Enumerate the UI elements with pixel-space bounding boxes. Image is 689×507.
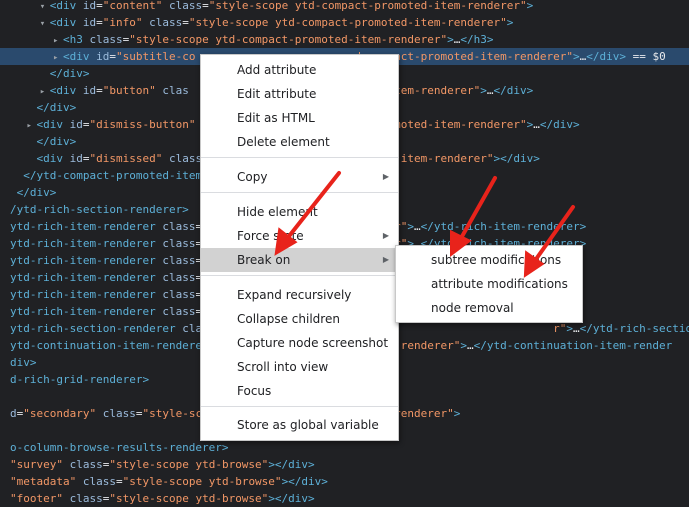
menu-item-label: Expand recursively [237, 288, 352, 302]
submenu-item-label: attribute modifications [431, 277, 568, 291]
menu-item-label: Add attribute [237, 63, 317, 77]
menu-item-delete-element[interactable]: Delete element [201, 130, 398, 154]
dom-tree-line[interactable]: "footer" class="style-scope ytd-browse">… [0, 490, 689, 507]
expand-triangle-icon[interactable]: ▸ [53, 33, 63, 48]
menu-item-break-on[interactable]: Break on ▶ [201, 248, 398, 272]
expand-triangle-icon[interactable]: ▸ [40, 84, 50, 99]
menu-separator [201, 192, 398, 193]
menu-item-label: Force state [237, 229, 304, 243]
dom-tree-line[interactable]: ▾ <div id="info" class="style-scope ytd-c… [0, 14, 689, 31]
menu-item-add-attribute[interactable]: Add attribute [201, 58, 398, 82]
menu-item-edit-attribute[interactable]: Edit attribute [201, 82, 398, 106]
submenu-item-attribute-modifications[interactable]: attribute modifications [396, 272, 582, 296]
dom-tree-line[interactable]: "survey" class="style-scope ytd-browse">… [0, 456, 689, 473]
submenu-item-subtree-modifications[interactable]: subtree modifications [396, 248, 582, 272]
break-on-submenu: subtree modifications attribute modifica… [395, 245, 583, 323]
menu-item-collapse-children[interactable]: Collapse children [201, 307, 398, 331]
dom-tree-line[interactable]: o-column-browse-results-renderer> [0, 439, 689, 456]
dom-tree-line[interactable]: ▾ <div id="content" class="style-scope yt… [0, 0, 689, 14]
submenu-arrow-icon: ▶ [382, 231, 389, 240]
expand-triangle-icon[interactable]: ▾ [40, 16, 50, 31]
menu-item-label: Copy [237, 170, 268, 184]
menu-item-label: Break on [237, 253, 291, 267]
submenu-arrow-icon: ▶ [382, 172, 389, 181]
menu-item-label: Edit attribute [237, 87, 317, 101]
menu-item-label: Delete element [237, 135, 330, 149]
menu-separator [201, 157, 398, 158]
menu-item-label: Capture node screenshot [237, 336, 389, 350]
menu-item-scroll-into-view[interactable]: Scroll into view [201, 355, 398, 379]
dom-tree-line[interactable]: ▸ <h3 class="style-scope ytd-compact-prom… [0, 31, 689, 48]
submenu-item-node-removal[interactable]: node removal [396, 296, 582, 320]
expand-triangle-icon[interactable]: ▾ [40, 0, 50, 14]
menu-item-label: Collapse children [237, 312, 340, 326]
menu-item-focus[interactable]: Focus [201, 379, 398, 403]
menu-item-label: Scroll into view [237, 360, 329, 374]
menu-item-capture-node-screenshot[interactable]: Capture node screenshot [201, 331, 398, 355]
menu-item-force-state[interactable]: Force state ▶ [201, 224, 398, 248]
menu-separator [201, 406, 398, 407]
context-menu: Add attribute Edit attribute Edit as HTM… [200, 54, 399, 441]
menu-item-label: Store as global variable [237, 418, 379, 432]
menu-item-hide-element[interactable]: Hide element [201, 200, 398, 224]
menu-item-label: Hide element [237, 205, 318, 219]
submenu-arrow-icon: ▶ [382, 255, 389, 264]
expand-triangle-icon[interactable]: ▸ [27, 118, 37, 133]
menu-item-label: Edit as HTML [237, 111, 315, 125]
expand-triangle-icon[interactable]: ▸ [53, 50, 63, 65]
menu-separator [201, 275, 398, 276]
menu-item-label: Focus [237, 384, 272, 398]
dom-tree-line[interactable]: "metadata" class="style-scope ytd-browse… [0, 473, 689, 490]
submenu-item-label: subtree modifications [431, 253, 562, 267]
menu-item-expand-recursively[interactable]: Expand recursively [201, 283, 398, 307]
menu-item-copy[interactable]: Copy ▶ [201, 165, 398, 189]
menu-item-edit-as-html[interactable]: Edit as HTML [201, 106, 398, 130]
submenu-item-label: node removal [431, 301, 514, 315]
menu-item-store-as-global-variable[interactable]: Store as global variable [201, 413, 398, 437]
